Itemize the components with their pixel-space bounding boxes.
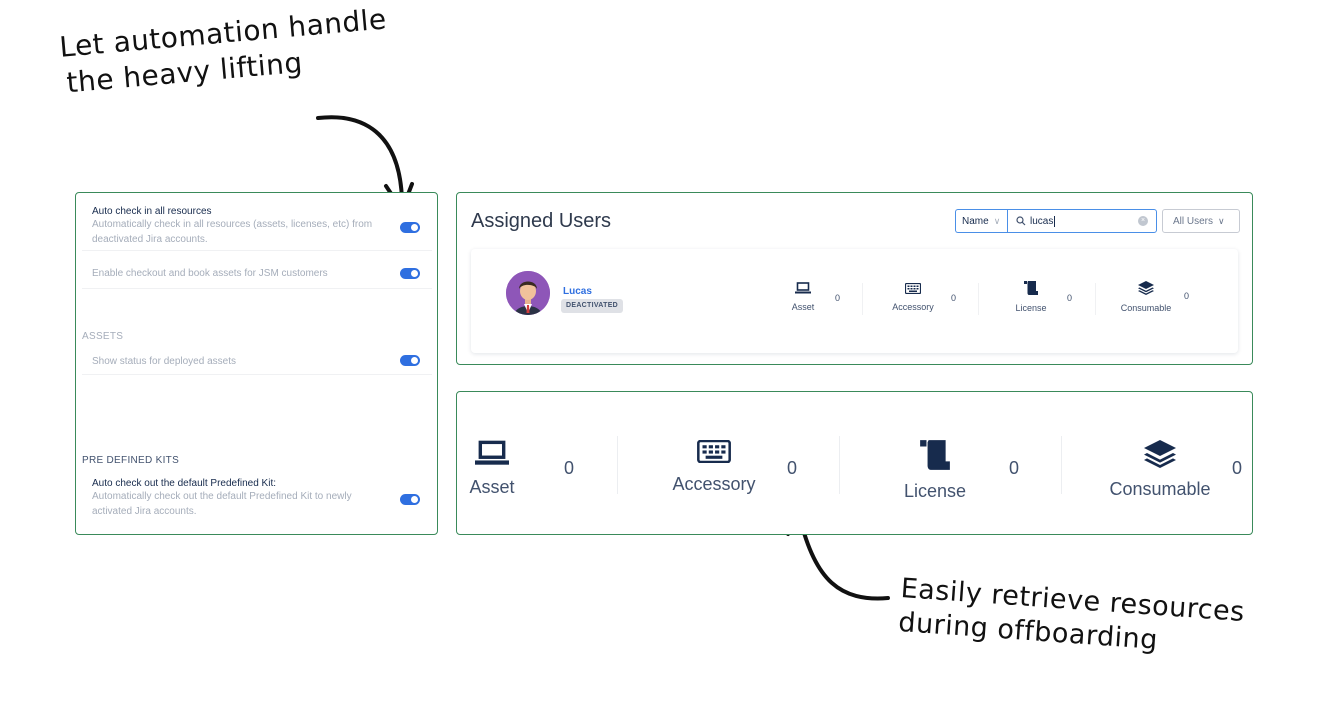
- user-card[interactable]: Lucas DEACTIVATED Asset 0 Accessory 0 Li…: [471, 249, 1238, 353]
- divider: [1095, 283, 1096, 315]
- settings-panel: Auto check in all resources Automaticall…: [75, 192, 438, 535]
- resource-count: 0: [835, 293, 841, 303]
- keyboard-icon: [904, 282, 922, 295]
- divider: [1061, 436, 1062, 494]
- user-resource-accessory: Accessory: [883, 281, 943, 312]
- layers-icon: [1138, 281, 1154, 295]
- chevron-down-icon: ∨: [1218, 215, 1225, 226]
- search-input[interactable]: lucas ×: [1007, 209, 1157, 233]
- total-count: 0: [787, 458, 798, 478]
- filter-field-select[interactable]: Name ∨: [955, 209, 1007, 233]
- total-count: 0: [1232, 458, 1243, 478]
- setting-title: Auto check in all resources: [92, 206, 212, 217]
- avatar-person-icon: [506, 271, 550, 315]
- divider: [839, 436, 840, 494]
- setting-predefined-kit: Auto check out the default Predefined Ki…: [82, 471, 432, 529]
- laptop-icon: [475, 440, 509, 465]
- search-icon: [1016, 216, 1026, 226]
- setting-title: Show status for deployed assets: [92, 356, 236, 367]
- user-resource-license: License: [1006, 281, 1056, 313]
- resource-label: Accessory: [892, 302, 934, 312]
- search-value: lucas: [1030, 215, 1054, 227]
- annotation-offboarding: Easily retrieve resources during offboar…: [897, 572, 1321, 669]
- resource-label: License: [1015, 303, 1047, 313]
- page-title: Assigned Users: [471, 210, 612, 232]
- total-license: License: [899, 440, 971, 502]
- license-scroll-icon: [1024, 281, 1038, 295]
- total-asset: Asset: [467, 440, 517, 498]
- jsm-checkout-toggle[interactable]: [400, 268, 420, 279]
- divider: [978, 283, 979, 315]
- user-filter-select[interactable]: All Users ∨: [1162, 209, 1240, 233]
- license-scroll-icon: [920, 440, 950, 470]
- user-name-link[interactable]: Lucas: [563, 286, 592, 297]
- deployed-status-toggle[interactable]: [400, 355, 420, 366]
- total-count: 0: [564, 458, 575, 478]
- status-badge: DEACTIVATED: [561, 299, 624, 313]
- setting-description: Automatically check in all resources (as…: [92, 219, 373, 245]
- total-consumable: Consumable: [1103, 440, 1217, 500]
- text-cursor: [1054, 215, 1056, 227]
- user-resource-consumable: Consumable: [1115, 281, 1177, 313]
- resource-label: Consumable: [1120, 303, 1172, 313]
- total-label: Accessory: [672, 474, 756, 494]
- layers-icon: [1144, 440, 1176, 468]
- assigned-users-panel: Assigned Users Name ∨ lucas × All Users …: [456, 192, 1253, 365]
- total-accessory: Accessory: [667, 439, 761, 495]
- chevron-down-icon: ∨: [993, 215, 1001, 226]
- setting-title: Auto check out the default Predefined Ki…: [92, 478, 277, 489]
- setting-deployed-status: Show status for deployed assets: [82, 345, 432, 375]
- annotation-automation: Let automation handle the heavy lifting: [58, 0, 463, 102]
- total-label: Asset: [469, 477, 515, 497]
- resource-label: Asset: [791, 302, 815, 312]
- setting-description: Automatically check out the default Pred…: [92, 491, 352, 517]
- arrow-top-icon: [316, 115, 404, 202]
- auto-check-in-toggle[interactable]: [400, 222, 420, 233]
- laptop-icon: [795, 282, 811, 294]
- user-filter-label: All Users: [1173, 215, 1214, 227]
- total-label: License: [903, 481, 967, 501]
- section-kits-heading: PRE DEFINED KITS: [82, 455, 180, 466]
- section-assets-heading: ASSETS: [82, 331, 124, 342]
- user-resource-asset: Asset: [783, 281, 823, 312]
- keyboard-icon: [697, 439, 731, 464]
- setting-title: Enable checkout and book assets for JSM …: [92, 268, 328, 279]
- resource-count: 0: [1067, 293, 1073, 303]
- divider: [862, 283, 863, 315]
- total-label: Consumable: [1109, 479, 1211, 499]
- setting-auto-check-in: Auto check in all resources Automaticall…: [82, 199, 432, 251]
- predefined-kit-toggle[interactable]: [400, 494, 420, 505]
- divider: [617, 436, 618, 494]
- resource-count: 0: [951, 293, 957, 303]
- resource-count: 0: [1184, 291, 1190, 301]
- avatar: [506, 271, 550, 315]
- clear-icon[interactable]: ×: [1138, 216, 1148, 226]
- filter-field-label: Name: [962, 215, 989, 227]
- setting-jsm-checkout: Enable checkout and book assets for JSM …: [82, 259, 432, 289]
- total-count: 0: [1009, 458, 1020, 478]
- resource-totals-panel: Asset 0 Accessory 0 License 0 Consumable…: [456, 391, 1253, 535]
